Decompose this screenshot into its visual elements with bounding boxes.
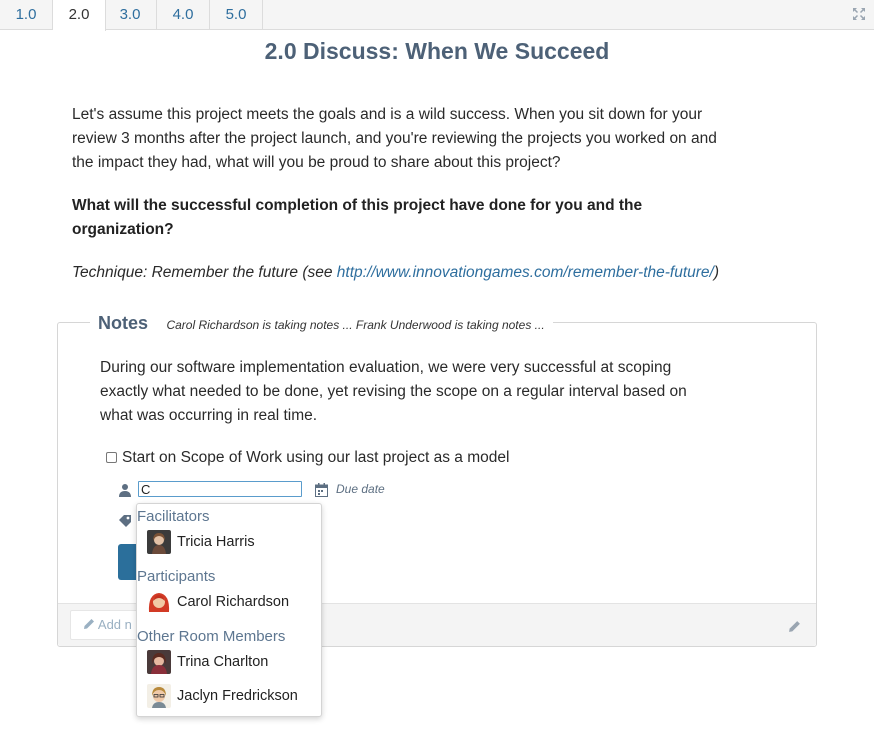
tab-2-0[interactable]: 2.0 <box>53 0 106 31</box>
member-name: Trina Charlton <box>177 654 269 670</box>
notes-text[interactable]: During our software implementation evalu… <box>100 356 720 428</box>
task-item: Start on Scope of Work using our last pr… <box>106 449 509 467</box>
avatar <box>147 590 171 615</box>
pencil-icon <box>83 617 98 632</box>
member-name: Jaclyn Fredrickson <box>177 688 298 704</box>
group-label-facilitators: Facilitators <box>137 508 210 525</box>
expand-icon[interactable] <box>852 7 866 21</box>
assignee-input[interactable] <box>138 481 302 497</box>
mention-dropdown: Facilitators Tricia Harris Participants … <box>136 503 322 717</box>
edit-pencil-icon[interactable] <box>788 620 801 633</box>
calendar-icon[interactable] <box>315 483 328 497</box>
notes-status: Carol Richardson is taking notes ... Fra… <box>166 318 545 332</box>
group-label-other-room-members: Other Room Members <box>137 628 286 645</box>
add-note-label: Add n <box>97 617 132 632</box>
page-title: 2.0 Discuss: When We Succeed <box>264 38 610 64</box>
person-icon <box>118 483 132 497</box>
member-option[interactable]: Tricia Harris <box>147 529 255 555</box>
tab-4-0[interactable]: 4.0 <box>157 0 210 30</box>
avatar <box>147 530 171 555</box>
tab-1-0[interactable]: 1.0 <box>0 0 53 30</box>
tag-icon[interactable] <box>118 514 132 528</box>
due-date-label[interactable]: Due date <box>336 482 385 496</box>
notes-header: Notes Carol Richardson is taking notes .… <box>90 310 553 336</box>
task-checkbox[interactable] <box>106 452 117 463</box>
technique-link[interactable]: http://www.innovationgames.com/remember-… <box>337 264 714 281</box>
avatar <box>147 650 171 675</box>
technique-text: Technique: Remember the future (see http… <box>72 261 732 285</box>
question-text: What will the successful completion of t… <box>72 197 643 238</box>
technique-prefix: Technique: Remember the future (see <box>72 264 337 281</box>
member-name: Tricia Harris <box>177 534 255 550</box>
member-option[interactable]: Jaclyn Fredrickson <box>147 683 298 709</box>
member-name: Carol Richardson <box>177 594 290 610</box>
technique-suffix: ) <box>713 264 720 281</box>
tab-5-0[interactable]: 5.0 <box>210 0 263 30</box>
task-label[interactable]: Start on Scope of Work using our last pr… <box>122 449 509 466</box>
tab-bar: 1.0 2.0 3.0 4.0 5.0 <box>0 0 874 31</box>
member-option[interactable]: Trina Charlton <box>147 649 268 675</box>
intro-text: Let's assume this project meets the goal… <box>72 106 717 171</box>
group-label-participants: Participants <box>137 568 216 585</box>
tab-3-0[interactable]: 3.0 <box>104 0 157 30</box>
member-option[interactable]: Carol Richardson <box>147 589 289 615</box>
notes-title: Notes <box>98 313 149 333</box>
avatar <box>147 684 171 709</box>
